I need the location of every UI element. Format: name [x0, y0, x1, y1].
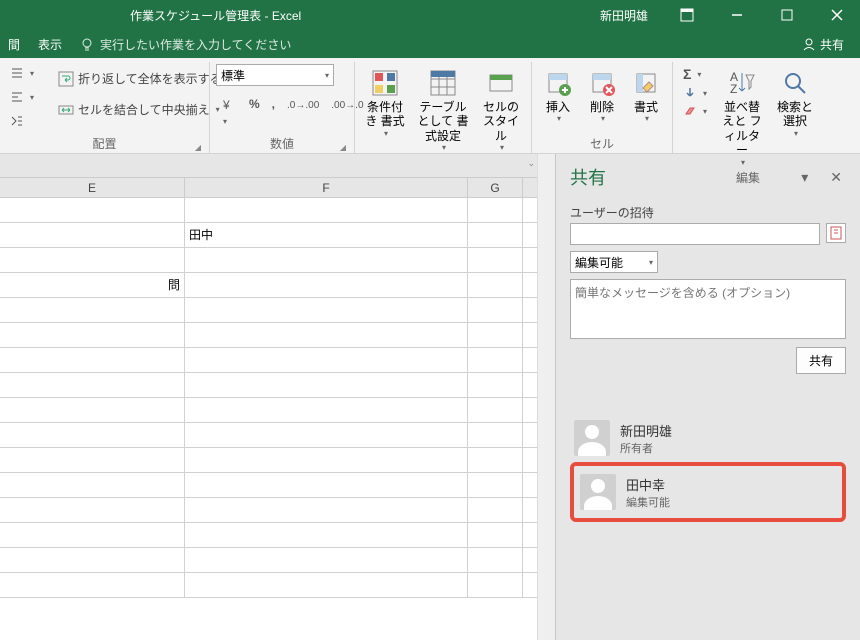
people-list: 新田明雄所有者田中幸編集可能 — [570, 414, 846, 522]
ribbon-display-icon[interactable] — [664, 0, 710, 30]
fill-button[interactable]: ▾ — [679, 84, 711, 102]
person-item[interactable]: 新田明雄所有者 — [570, 414, 846, 462]
address-book-icon[interactable] — [826, 223, 846, 243]
table-row[interactable]: 問 — [0, 273, 537, 298]
permission-select[interactable]: 編集可能▾ — [570, 251, 658, 273]
lightbulb-icon — [80, 37, 94, 51]
person-name: 田中幸 — [626, 475, 670, 494]
col-header-e[interactable]: E — [0, 178, 185, 197]
group-number: 標準▾ ¥▾ % , .0→.00 .00→.0 数値◢ — [210, 62, 355, 154]
conditional-format-button[interactable]: 条件付き 書式▾ — [361, 64, 409, 140]
wrap-text-button[interactable]: 折り返して全体を表示する — [54, 68, 226, 89]
dialog-launcher-icon[interactable]: ◢ — [195, 143, 201, 152]
pane-title: 共有 — [570, 164, 606, 190]
group-alignment: ▾ ▾ 折り返して全体を表示する セルを結合して中央揃え▾ 配置◢ — [0, 62, 210, 154]
person-item[interactable]: 田中幸編集可能 — [576, 468, 840, 516]
table-row[interactable] — [0, 423, 537, 448]
table-row[interactable] — [0, 198, 537, 223]
tell-me[interactable]: 実行したい作業を入力してください — [80, 36, 291, 53]
table-row[interactable] — [0, 248, 537, 273]
invite-label: ユーザーの招待 — [570, 204, 846, 221]
col-header-g[interactable]: G — [468, 178, 523, 197]
share-header-button[interactable]: 共有 — [794, 32, 852, 57]
percent-button[interactable]: % — [244, 94, 265, 130]
tab-display[interactable]: 表示 — [38, 36, 62, 53]
worksheet[interactable]: ⌄ E F G 田中問 — [0, 154, 537, 640]
share-pane: 共有 ▾ ✕ ユーザーの招待 編集可能▾ 共有 新田明雄所有者田中幸編集可能 — [555, 154, 860, 640]
person-role: 所有者 — [620, 440, 672, 456]
tab-partial[interactable]: 間 — [8, 36, 20, 53]
delete-button[interactable]: 削除▾ — [582, 64, 622, 126]
currency-button[interactable]: ¥▾ — [216, 94, 242, 130]
person-role: 編集可能 — [626, 494, 670, 510]
table-row[interactable] — [0, 523, 537, 548]
ribbon: ▾ ▾ 折り返して全体を表示する セルを結合して中央揃え▾ 配置◢ 標準▾ — [0, 58, 860, 154]
table-row[interactable] — [0, 348, 537, 373]
table-row[interactable] — [0, 573, 537, 598]
person-name: 新田明雄 — [620, 421, 672, 440]
table-row[interactable] — [0, 498, 537, 523]
expand-formula-icon[interactable]: ⌄ — [527, 158, 535, 169]
invite-input[interactable] — [570, 223, 820, 245]
close-button[interactable] — [814, 0, 860, 30]
align-dd1[interactable]: ▾ — [6, 64, 38, 82]
avatar — [574, 420, 610, 456]
person-icon — [802, 37, 816, 51]
table-row[interactable] — [0, 298, 537, 323]
group-cells: 挿入▾ 削除▾ 書式▾ セル — [532, 62, 673, 154]
vertical-scrollbar[interactable] — [537, 154, 555, 640]
titlebar: 作業スケジュール管理表 - Excel 新田明雄 — [0, 0, 860, 30]
pane-close-icon[interactable]: ✕ — [826, 169, 846, 186]
share-submit-button[interactable]: 共有 — [796, 347, 846, 374]
account-name[interactable]: 新田明雄 — [588, 7, 660, 24]
table-row[interactable] — [0, 323, 537, 348]
insert-button[interactable]: 挿入▾ — [538, 64, 578, 126]
workarea: ⌄ E F G 田中問 共有 ▾ ✕ ユーザーの招待 編集可能▾ 共有 新田明雄… — [0, 154, 860, 640]
clear-button[interactable]: ▾ — [679, 102, 711, 120]
column-headers: E F G — [0, 178, 537, 198]
table-row[interactable] — [0, 398, 537, 423]
svg-text:¥: ¥ — [222, 98, 230, 112]
table-row[interactable]: 田中 — [0, 223, 537, 248]
dialog-launcher-icon[interactable]: ◢ — [340, 143, 346, 152]
merge-center-button[interactable]: セルを結合して中央揃え▾ — [54, 99, 226, 120]
group-editing: Σ▾ ▾ ▾ AZ並べ替えと フィルター▾ 検索と 選択▾ 編集 — [673, 62, 823, 154]
table-row[interactable] — [0, 448, 537, 473]
number-format-combo[interactable]: 標準▾ — [216, 64, 334, 86]
merge-icon — [58, 102, 74, 118]
table-row[interactable] — [0, 548, 537, 573]
align-dd2[interactable]: ▾ — [6, 88, 38, 106]
maximize-button[interactable] — [764, 0, 810, 30]
format-button[interactable]: 書式▾ — [626, 64, 666, 126]
col-header-f[interactable]: F — [185, 178, 468, 197]
find-select-button[interactable]: 検索と 選択▾ — [773, 64, 817, 140]
comma-button[interactable]: , — [267, 94, 280, 130]
autosum-button[interactable]: Σ▾ — [679, 64, 711, 84]
ribbon-tabs: 間 表示 実行したい作業を入力してください 共有 — [0, 30, 860, 58]
avatar — [580, 474, 616, 510]
window-title: 作業スケジュール管理表 - Excel — [130, 7, 301, 24]
svg-text:Z: Z — [730, 82, 737, 96]
increase-decimal-button[interactable]: .0→.00 — [282, 94, 324, 130]
wrap-icon — [58, 71, 74, 87]
cell-styles-button[interactable]: セルの スタイル▾ — [477, 64, 525, 155]
table-row[interactable] — [0, 373, 537, 398]
table-row[interactable] — [0, 473, 537, 498]
formula-bar[interactable]: ⌄ — [0, 154, 537, 178]
sort-filter-button[interactable]: AZ並べ替えと フィルター▾ — [715, 64, 769, 169]
message-input[interactable] — [570, 279, 846, 339]
minimize-button[interactable] — [714, 0, 760, 30]
group-styles: 条件付き 書式▾ テーブルとして 書式設定▾ セルの スタイル▾ スタイル — [355, 62, 532, 154]
indent-dd[interactable] — [6, 112, 38, 130]
format-as-table-button[interactable]: テーブルとして 書式設定▾ — [413, 64, 473, 155]
